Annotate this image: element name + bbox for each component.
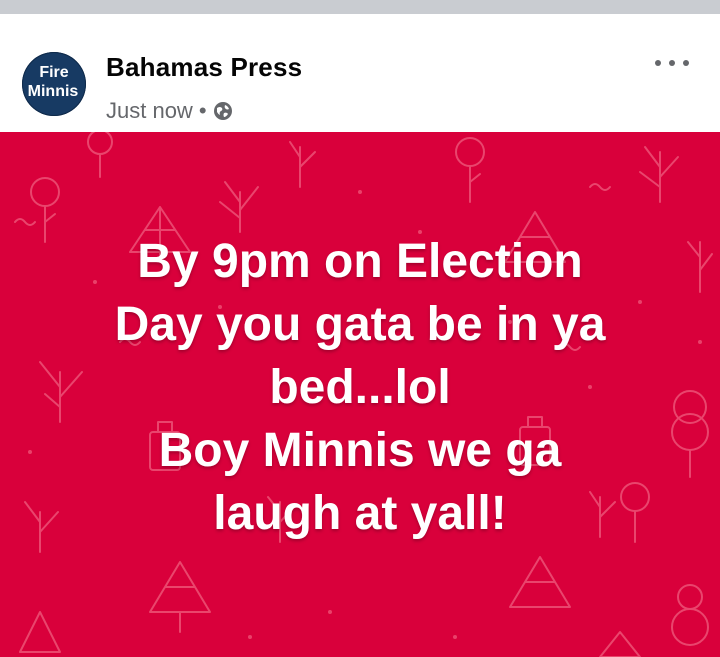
post-line-5: laugh at yall! <box>213 487 507 540</box>
post-line-2: Day you gata be in ya <box>114 298 606 351</box>
page-name-link[interactable]: Bahamas Press <box>106 52 302 83</box>
avatar-line-2: Minnis <box>27 83 79 100</box>
post-line-4: Boy Minnis we ga <box>158 424 562 477</box>
meta-separator: • <box>198 98 207 123</box>
post-message: By 9pm on Election Day you gata be in ya… <box>40 230 680 545</box>
post-line-3: bed...lol <box>269 361 451 414</box>
more-options-icon[interactable] <box>655 48 689 78</box>
post-timestamp[interactable]: Just now <box>106 98 193 124</box>
top-divider <box>0 0 720 14</box>
globe-icon[interactable] <box>213 101 233 121</box>
post-line-1: By 9pm on Election <box>137 235 583 288</box>
post-background: By 9pm on Election Day you gata be in ya… <box>0 132 720 657</box>
page-avatar[interactable]: Fire Minnis <box>22 52 86 116</box>
post-meta: Just now • <box>106 98 233 124</box>
avatar-line-1: Fire <box>39 64 69 81</box>
post-header: Fire Minnis Bahamas Press Just now • <box>0 14 720 132</box>
